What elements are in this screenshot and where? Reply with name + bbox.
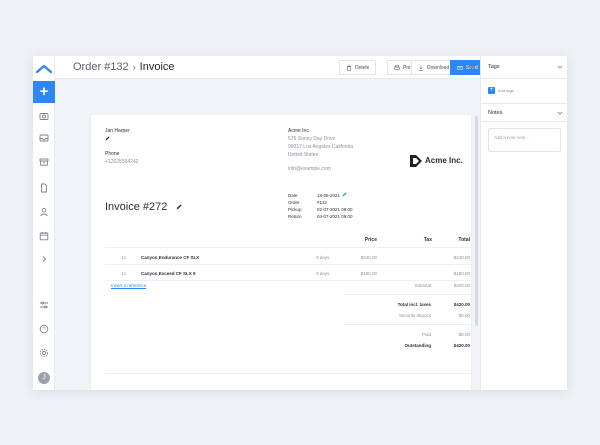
line-name[interactable]: Canyon Endurance CF SLX [141, 255, 199, 260]
calendar-icon[interactable] [38, 230, 50, 242]
left-rail: + ? J [33, 56, 55, 390]
page-title: Invoice [139, 61, 175, 73]
meta-return-label: Return [288, 214, 302, 219]
phone-value: +12025554242 [105, 159, 139, 165]
collapse-panel-icon[interactable] [467, 63, 475, 71]
divider [105, 247, 471, 248]
paid-label: Paid [421, 332, 431, 337]
line-name[interactable]: Canyon Exceed CF SLX 9 [141, 271, 196, 276]
avatar[interactable]: J [38, 372, 50, 384]
outstanding-label: Outstanding [404, 343, 432, 348]
chevron-right-icon[interactable] [38, 253, 50, 265]
right-panel: Tags + Add tags Notes Add a new note... [480, 56, 567, 390]
company-logo-text: Acme Inc. [425, 156, 463, 165]
note-input[interactable]: Add a new note... [488, 128, 561, 152]
meta-date-label: Date [288, 193, 298, 198]
col-total: Total [458, 237, 470, 243]
invoice-canvas: Jan Harper Phone +12025554242 Acme Inc. … [55, 79, 480, 390]
document-icon[interactable] [38, 182, 50, 194]
plus-icon: + [488, 87, 495, 94]
camera-icon[interactable] [38, 110, 50, 122]
col-price: Price [364, 237, 377, 243]
meta-date-value[interactable]: 18-08-2021 [317, 193, 340, 198]
col-tax: Tax [423, 237, 432, 243]
breadcrumb: Order #132 › Invoice [73, 61, 175, 73]
edit-date-icon[interactable] [342, 192, 347, 197]
line-total: $240.00 [453, 255, 470, 260]
line-total: $180.00 [453, 271, 470, 276]
phone-label: Phone [105, 151, 120, 157]
insert-reference-link[interactable]: Insert a reference [111, 283, 146, 288]
total-incl-taxes-label: Total incl. taxes [397, 302, 431, 307]
acme-logo-icon [410, 155, 422, 167]
paid-value: $0.00 [458, 332, 470, 337]
company-address-1: 575 Sunny Day Drive [288, 136, 336, 142]
top-header: Order #132 › Invoice Delete Print Download… [55, 56, 485, 79]
company-country: United States [288, 152, 319, 158]
subtotal-value: $420.00 [453, 283, 470, 288]
line-qty: 1x [121, 255, 126, 260]
security-deposit-value: $0.00 [458, 313, 470, 318]
line-price: $180.00 [360, 271, 377, 276]
delete-button[interactable]: Delete [339, 60, 377, 75]
divider [105, 373, 471, 374]
gear-icon[interactable] [38, 347, 50, 359]
divider [481, 78, 567, 79]
user-icon[interactable] [38, 206, 50, 218]
line-qty: 1x [121, 271, 126, 276]
mail-icon [457, 65, 463, 70]
subtotal-label: Subtotal [414, 283, 431, 288]
total-incl-taxes-value: $420.00 [453, 302, 470, 307]
invoice-paper: Jan Harper Phone +12025554242 Acme Inc. … [91, 115, 471, 390]
meta-order-label: Order [288, 200, 300, 205]
add-tags-button[interactable]: + Add tags [488, 87, 514, 94]
divider [105, 264, 471, 265]
line-price: $240.00 [360, 255, 377, 260]
company-email: info@example.com [288, 166, 331, 172]
divider [105, 280, 471, 281]
breadcrumb-order[interactable]: Order #132 [73, 61, 129, 73]
outstanding-value: $420.00 [453, 343, 470, 348]
add-icon[interactable]: + [33, 81, 55, 103]
download-icon [419, 65, 423, 71]
logo-icon[interactable] [36, 64, 52, 74]
download-label: Download [427, 64, 450, 71]
invoice-title: Invoice #272 [105, 201, 168, 213]
meta-return-value: 04-07-2021 09:00 [317, 214, 353, 219]
chevron-right-icon: › [132, 62, 136, 72]
meta-order-value: #132 [317, 200, 328, 205]
app-window: + ? J Order #132 › Invoice Delete Print Do… [33, 56, 567, 390]
printer-icon [394, 64, 400, 70]
archive-icon[interactable] [38, 156, 50, 168]
line-days: 3 days [316, 271, 330, 276]
inbox-icon[interactable] [38, 132, 50, 144]
edit-pencil-icon[interactable] [105, 136, 110, 141]
meta-pickup-label: Pickup [288, 207, 302, 212]
svg-text:?: ? [43, 327, 46, 333]
security-deposit-label: Security deposit [398, 313, 431, 318]
divider [344, 294, 471, 295]
trash-icon [347, 64, 351, 71]
notes-title: Notes [488, 110, 503, 116]
divider [344, 324, 471, 325]
edit-pencil-icon[interactable] [176, 204, 182, 210]
help-icon[interactable]: ? [38, 323, 50, 335]
chevron-down-icon[interactable] [557, 64, 563, 70]
settings-sliders-icon[interactable] [38, 299, 50, 311]
company-name: Acme Inc. [288, 128, 311, 134]
meta-pickup-value: 02-07-2021 09:00 [317, 207, 353, 212]
chevron-down-icon[interactable] [557, 110, 563, 116]
line-days: 3 days [316, 255, 330, 260]
delete-label: Delete [355, 64, 370, 71]
divider [481, 103, 567, 104]
scrollbar[interactable] [475, 116, 478, 326]
divider [481, 121, 567, 122]
customer-name[interactable]: Jan Harper [105, 128, 130, 134]
add-tags-label: Add tags [498, 88, 514, 93]
tags-title: Tags [488, 64, 500, 70]
company-address-2: 90017 Los Angeles California [288, 144, 354, 150]
